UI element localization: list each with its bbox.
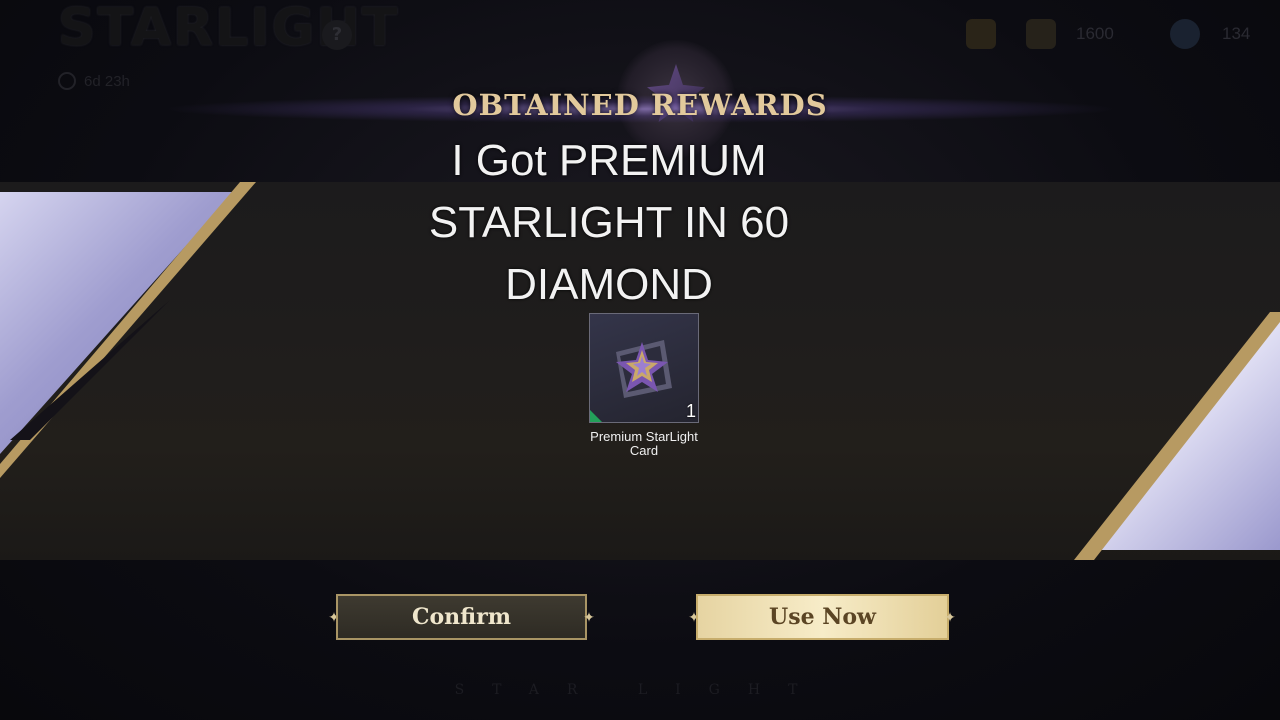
chest-currency[interactable] — [966, 18, 996, 50]
confirm-label: Confirm — [411, 604, 512, 630]
chest-icon — [966, 19, 996, 49]
use-now-label: Use Now — [769, 604, 876, 630]
sparkle-icon: ✦ — [583, 609, 595, 625]
diamond-count: 134 — [1222, 24, 1251, 43]
ticket-currency[interactable]: 1600 — [1026, 18, 1114, 50]
confirm-button[interactable]: Confirm — [336, 594, 587, 640]
overlay-caption: I Got PREMIUM STARLIGHT IN 60 DIAMOND — [428, 136, 790, 309]
obtained-rewards-title: OBTAINED REWARDS — [452, 88, 828, 122]
use-now-button[interactable]: Use Now — [696, 594, 949, 640]
starlight-card-icon — [616, 340, 672, 398]
ticket-count: 1600 — [1076, 24, 1114, 43]
timer-text: 6d 23h — [84, 72, 130, 90]
ticket-icon — [1026, 19, 1056, 49]
item-name-label: Premium StarLight Card — [590, 429, 698, 458]
rarity-corner — [590, 410, 602, 422]
sparkle-icon: ✦ — [944, 609, 956, 625]
question-icon[interactable]: ? — [322, 20, 352, 50]
item-quantity: 1 — [685, 401, 696, 421]
reward-item-slot[interactable]: 1 — [589, 313, 699, 423]
diamond-icon — [1170, 19, 1200, 49]
diamond-currency[interactable]: 134 — [1170, 18, 1250, 50]
footer-watermark: STAR LIGHT — [454, 682, 826, 698]
